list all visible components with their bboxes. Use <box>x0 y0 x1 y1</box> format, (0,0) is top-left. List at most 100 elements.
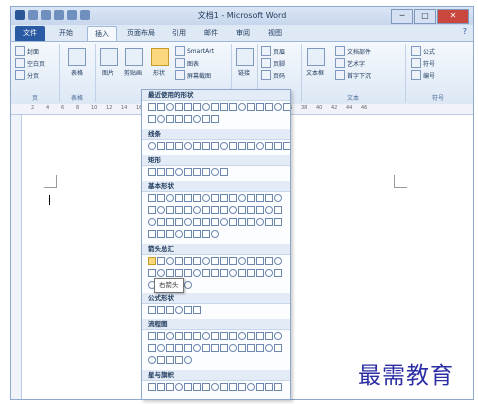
shape-item[interactable] <box>184 269 192 277</box>
shape-item[interactable] <box>157 115 165 123</box>
numbering-button[interactable]: 编号 <box>411 70 435 80</box>
shape-item[interactable] <box>166 230 174 238</box>
shape-item[interactable] <box>202 344 210 352</box>
shape-item[interactable] <box>175 383 183 391</box>
shape-item[interactable] <box>148 103 156 111</box>
shape-item[interactable] <box>247 257 255 265</box>
wordart-button[interactable]: 艺术字 <box>335 58 365 68</box>
shape-item[interactable] <box>193 332 201 340</box>
shape-item[interactable] <box>157 194 165 202</box>
shape-item[interactable] <box>166 257 174 265</box>
shape-item[interactable] <box>148 306 156 314</box>
shape-item[interactable] <box>229 142 237 150</box>
chart-button[interactable]: 图表 <box>175 58 199 68</box>
shape-item[interactable] <box>211 142 219 150</box>
shape-item[interactable] <box>193 142 201 150</box>
dropcap-button[interactable]: 首字下沉 <box>335 70 371 80</box>
shape-item[interactable] <box>229 257 237 265</box>
shape-item[interactable] <box>166 269 174 277</box>
textbox-icon[interactable] <box>307 48 325 66</box>
tab-review[interactable]: 审阅 <box>231 26 255 41</box>
shape-item[interactable] <box>202 206 210 214</box>
shape-item[interactable] <box>193 257 201 265</box>
shape-item[interactable] <box>274 344 282 352</box>
shape-item[interactable] <box>193 194 201 202</box>
shape-item[interactable] <box>193 230 201 238</box>
shape-item[interactable] <box>247 206 255 214</box>
shape-item[interactable] <box>148 206 156 214</box>
shape-item[interactable] <box>256 257 264 265</box>
shape-item[interactable] <box>274 103 282 111</box>
shape-item[interactable] <box>274 218 282 226</box>
clipart-button-label[interactable]: 剪贴画 <box>120 68 146 77</box>
shape-item[interactable] <box>175 269 183 277</box>
shape-item[interactable] <box>211 383 219 391</box>
tab-page-layout[interactable]: 页面布局 <box>123 26 159 41</box>
shape-item[interactable] <box>256 142 264 150</box>
shape-item[interactable] <box>265 103 273 111</box>
tab-home[interactable]: 开始 <box>53 26 79 41</box>
shape-item[interactable] <box>157 206 165 214</box>
shape-item[interactable] <box>247 218 255 226</box>
shape-item[interactable] <box>202 115 210 123</box>
shape-item[interactable] <box>166 194 174 202</box>
blank-page-button[interactable]: 空白页 <box>15 58 45 68</box>
shape-item[interactable] <box>265 257 273 265</box>
shape-item[interactable] <box>193 383 201 391</box>
shape-item[interactable] <box>202 383 210 391</box>
close-button[interactable]: ✕ <box>437 9 469 24</box>
shape-item[interactable] <box>211 194 219 202</box>
shape-item[interactable] <box>229 269 237 277</box>
shape-item[interactable] <box>265 194 273 202</box>
shape-item[interactable] <box>229 194 237 202</box>
shape-item[interactable] <box>166 168 174 176</box>
shape-item[interactable] <box>211 332 219 340</box>
shape-item[interactable] <box>211 230 219 238</box>
textbox-button-label[interactable]: 文本框 <box>302 68 328 77</box>
shape-item[interactable] <box>265 269 273 277</box>
shape-item[interactable] <box>184 194 192 202</box>
shape-item[interactable] <box>265 344 273 352</box>
shape-item[interactable] <box>193 218 201 226</box>
shape-item[interactable] <box>274 269 282 277</box>
shape-item[interactable] <box>274 257 282 265</box>
shapes-gallery[interactable]: 最近使用的形状 线条 矩形 基本形状 箭头总汇 公式形状 流程图 星与旗帜 <box>141 89 291 400</box>
shape-item[interactable] <box>148 142 156 150</box>
shape-item[interactable] <box>220 257 228 265</box>
shape-item[interactable] <box>238 218 246 226</box>
shape-item[interactable] <box>166 103 174 111</box>
page-number-button[interactable]: 页码 <box>261 70 285 80</box>
shape-item[interactable] <box>211 218 219 226</box>
shape-item[interactable] <box>211 344 219 352</box>
shape-item[interactable] <box>157 344 165 352</box>
shape-item[interactable] <box>256 218 264 226</box>
minimize-button[interactable]: ─ <box>391 9 413 24</box>
shape-item[interactable] <box>157 269 165 277</box>
shape-item[interactable] <box>238 142 246 150</box>
shape-item[interactable] <box>220 142 228 150</box>
shape-item[interactable] <box>166 332 174 340</box>
shape-item[interactable] <box>238 194 246 202</box>
shape-item[interactable] <box>175 356 183 364</box>
clipart-icon[interactable] <box>125 48 143 66</box>
shape-item[interactable] <box>274 332 282 340</box>
shape-item[interactable] <box>184 281 192 289</box>
shape-item[interactable] <box>211 269 219 277</box>
shape-item[interactable] <box>193 103 201 111</box>
shape-item[interactable] <box>265 332 273 340</box>
shape-item[interactable] <box>211 103 219 111</box>
shape-item[interactable] <box>193 115 201 123</box>
shape-item[interactable] <box>166 115 174 123</box>
right-arrow-shape[interactable] <box>148 257 156 265</box>
shape-item[interactable] <box>175 206 183 214</box>
shape-item[interactable] <box>220 103 228 111</box>
shape-item[interactable] <box>238 332 246 340</box>
shape-item[interactable] <box>247 194 255 202</box>
tab-view[interactable]: 视图 <box>263 26 287 41</box>
shape-item[interactable] <box>148 194 156 202</box>
tab-mailings[interactable]: 邮件 <box>199 26 223 41</box>
shape-item[interactable] <box>274 206 282 214</box>
shape-item[interactable] <box>148 230 156 238</box>
links-button-label[interactable]: 链接 <box>231 68 257 77</box>
shape-item[interactable] <box>184 103 192 111</box>
